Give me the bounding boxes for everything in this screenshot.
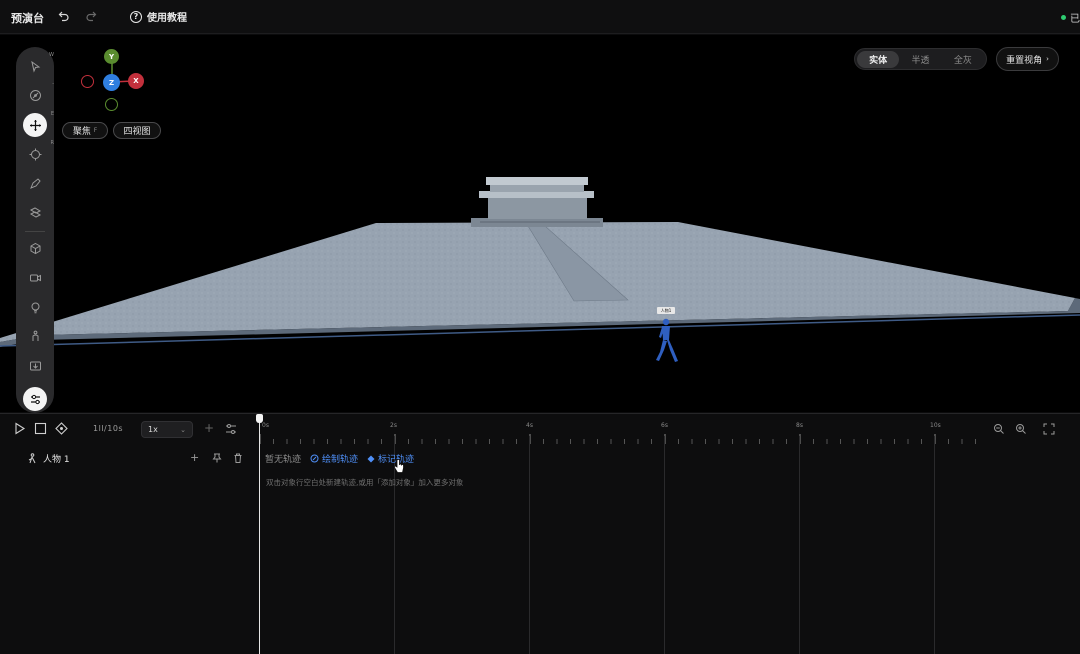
speed-select[interactable]: 1x ⌄ [141,421,193,438]
ruler-label: 4s [526,422,533,429]
x-axis-handle[interactable]: X [128,73,144,89]
timeline-controls: 1ll/10s 1x ⌄ + [0,414,260,444]
app-title: 预演台 [11,12,44,25]
zoom-out-icon[interactable] [993,423,1005,435]
save-status: 已 [1061,10,1080,25]
hand-cursor-icon [393,459,404,473]
add-keyframe-icon[interactable]: + [190,451,199,464]
stop-icon[interactable] [34,422,47,435]
timeline-hint: 双击对象行空白处新建轨迹,或用「添加对象」加入更多对象 [266,478,464,487]
camera-icon [29,274,41,281]
scene-render [0,177,1080,362]
cube-icon [30,242,40,254]
light-bulb-icon [31,302,39,313]
import-icon [29,361,41,370]
mode-translucent[interactable]: 半透 [899,51,941,68]
axis-gizmo[interactable]: Y Z X [76,47,148,113]
play-icon[interactable] [13,422,26,435]
four-view-button[interactable]: 四视图 [113,122,161,139]
fullscreen-icon[interactable] [1043,423,1055,435]
grid-line [529,436,530,654]
chevron-down-icon: ⌄ [180,425,186,434]
grid-line [934,436,935,654]
mark-track-button[interactable]: 标记轨迹 [367,452,414,465]
view-mode-switch: 实体 半透 全灰 [854,48,987,70]
move-tool[interactable]: E [23,111,54,137]
mode-gray[interactable]: 全灰 [942,51,984,68]
ruler-label: 2s [390,422,397,429]
y-axis-handle[interactable]: Y [104,49,119,64]
transform-icon [29,206,41,218]
playhead-handle[interactable] [256,414,263,423]
track-settings-icon[interactable] [225,423,237,435]
chevron-right-icon: › [1046,55,1049,63]
cursor-arrow-icon [30,60,40,73]
track-name-text: 人物 1 [43,455,70,465]
undo-icon[interactable] [58,10,70,22]
redo-icon[interactable] [85,10,97,22]
orbit-tool[interactable]: - [23,81,54,107]
move-arrows-icon [29,119,41,131]
ruler-label: 8s [796,422,803,429]
character-tag[interactable]: 人物1 [657,307,675,314]
cube-tool[interactable] [23,236,47,260]
pin-icon[interactable] [212,453,222,463]
rotate-tool[interactable]: R [23,140,54,166]
neg-x-axis-handle[interactable] [81,75,94,88]
ruler-label: 6s [661,422,668,429]
import-tool[interactable] [23,353,47,377]
scene-viewport[interactable]: 人物1 [0,35,1080,412]
grid-line [664,436,665,654]
neg-y-axis-handle[interactable] [105,98,118,111]
status-dot-icon [1061,15,1066,20]
orbit-icon [29,89,41,101]
select-tool[interactable]: W [23,52,54,78]
no-track-text: 暂无轨迹 [265,455,302,465]
keyframe-icon[interactable] [55,422,68,435]
figure-icon [32,330,38,341]
draw-path-icon [310,454,319,463]
trash-icon[interactable] [233,453,243,463]
config-tool[interactable] [23,387,47,411]
reset-view-button[interactable]: 重置视角 › [996,47,1059,71]
person-icon [28,453,36,464]
transform-tool[interactable] [23,200,47,224]
figure-tool[interactable] [23,324,47,348]
tutorial-button[interactable]: ? 使用教程 [130,9,187,24]
question-circle-icon: ? [130,10,142,23]
config-icon [30,394,40,404]
toolbar-divider [25,231,45,232]
draw-track-button[interactable]: 绘制轨迹 [310,452,358,465]
diamond-icon [367,455,375,462]
left-toolbar: W - E R [16,47,54,413]
pen-tool[interactable] [23,171,47,195]
zoom-in-icon[interactable] [1015,423,1027,435]
playhead-line[interactable] [259,414,260,654]
add-track-button[interactable]: + [204,421,214,435]
z-axis-handle[interactable]: Z [103,74,120,91]
track-lane[interactable]: 暂无轨迹 绘制轨迹 标记轨迹 [265,452,414,465]
camera-tool[interactable] [23,265,47,289]
timeline-panel: 1ll/10s 1x ⌄ + 0s 2s 4s 6s 8s 10s 人物 1 + [0,413,1080,654]
save-status-text: 已 [1070,14,1080,25]
time-readout: 1ll/10s [93,424,124,433]
track-row[interactable]: 人物 1 + [0,448,260,468]
rotate-icon [29,148,41,160]
track-label: 人物 1 [27,452,70,465]
mode-solid[interactable]: 实体 [857,50,900,68]
ruler-ticks [260,434,976,444]
pen-icon [29,177,41,189]
top-bar: 预演台 ? 使用教程 已 [0,0,1080,34]
focus-button[interactable]: 聚焦 F [62,122,108,139]
ruler-label: 0s [262,422,269,429]
tutorial-label: 使用教程 [147,13,187,24]
time-ruler[interactable]: 0s 2s 4s 6s 8s 10s [260,414,980,448]
ruler-label: 10s [930,422,941,429]
grid-line [799,436,800,654]
light-tool[interactable] [23,295,47,319]
